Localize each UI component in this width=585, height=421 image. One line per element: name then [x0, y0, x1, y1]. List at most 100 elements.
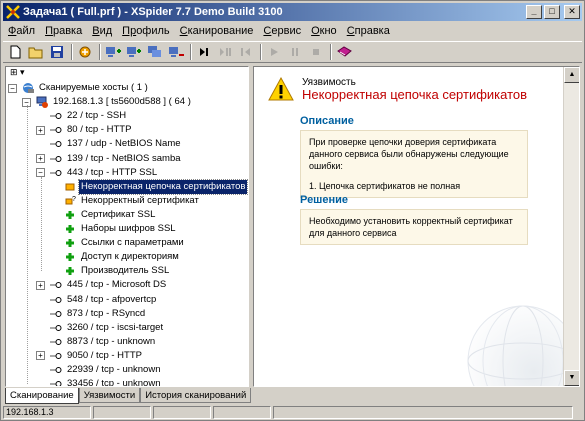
details-scrollbar[interactable]: ▲ ▼	[563, 67, 579, 386]
menu-item-access-key: П	[45, 25, 53, 37]
menu-item[interactable]: Файл	[3, 25, 40, 37]
tree-node[interactable]: Сертификат SSL	[64, 208, 157, 222]
tree-node[interactable]: 80 / tcp - HTTP	[50, 123, 133, 137]
profile-icon[interactable]	[77, 44, 93, 60]
tab[interactable]: Уязвимости	[78, 388, 141, 403]
tree-node[interactable]: 443 / tcp - HTTP SSL	[50, 166, 159, 180]
tree-node[interactable]: 192.168.1.3 [ ts5600d588 ] ( 64 )	[36, 95, 193, 109]
menu-item-label: офиль	[136, 25, 170, 37]
menu-item-label: кно	[319, 25, 337, 37]
menu-item-access-key: В	[92, 25, 100, 37]
menu-item[interactable]: Профиль	[117, 25, 175, 37]
tree-node[interactable]: 873 / tcp - RSyncd	[50, 307, 147, 321]
tree-node[interactable]: Некорректная цепочка сертификатов	[64, 178, 248, 195]
stop-icon	[308, 44, 324, 60]
status-host: 192.168.1.3	[3, 406, 91, 419]
port-icon	[50, 138, 62, 150]
tree-node[interactable]: 9050 / tcp - HTTP	[50, 349, 144, 363]
new-document-icon[interactable]	[7, 44, 23, 60]
toolbar	[3, 41, 582, 63]
tab[interactable]: История сканирований	[140, 388, 252, 403]
tree-node[interactable]: Ссылки с параметрами	[64, 236, 186, 250]
remove-host-icon[interactable]	[168, 44, 184, 60]
menu-item[interactable]: Правка	[40, 25, 87, 37]
menu-item[interactable]: Справка	[342, 25, 395, 37]
tree-node[interactable]: 22 / tcp - SSH	[50, 109, 128, 123]
status-bar: 192.168.1.3	[3, 406, 582, 420]
add-hosts-icon[interactable]	[126, 44, 142, 60]
tree-node[interactable]: 548 / tcp - afpovertcp	[50, 293, 158, 307]
tree-node[interactable]: 22939 / tcp - unknown	[50, 363, 162, 377]
expand-icon[interactable]: +	[36, 280, 45, 290]
warning-icon	[268, 76, 294, 104]
collapse-icon[interactable]: −	[8, 83, 17, 93]
solution-box: Необходимо установить корректный сертифи…	[300, 209, 528, 245]
close-button[interactable]: ✕	[564, 5, 580, 19]
tree-node-label: 3260 / tcp - iscsi-target	[67, 321, 164, 333]
open-folder-icon[interactable]	[28, 44, 44, 60]
minimize-button[interactable]: _	[526, 5, 542, 19]
tree-node[interactable]: Наборы шифров SSL	[64, 222, 178, 236]
tree-node[interactable]: 33456 / tcp - unknown	[50, 377, 162, 386]
tree-node[interactable]: 445 / tcp - Microsoft DS	[50, 278, 168, 292]
xspider-app-icon	[6, 5, 20, 19]
step-into-icon	[217, 44, 233, 60]
tree-node-label: Доступ к директориям	[81, 251, 179, 263]
menu-item[interactable]: Окно	[306, 25, 342, 37]
menu-item[interactable]: Сервис	[258, 25, 306, 37]
add-host-icon[interactable]	[105, 44, 121, 60]
tree-node-label: Сканируемые хосты ( 1 )	[39, 82, 148, 93]
details-panel: Уязвимость Некорректная цепочка сертифик…	[253, 66, 580, 387]
menu-item-access-key: О	[311, 25, 320, 37]
scroll-up-button[interactable]: ▲	[564, 67, 579, 83]
window-title: Задача1 ( Full.prf ) - XSpider 7.7 Demo …	[23, 6, 283, 18]
port-icon	[50, 124, 62, 136]
globe-watermark	[467, 305, 563, 386]
tree-node-label: 22939 / tcp - unknown	[67, 364, 161, 375]
tree-node[interactable]: 3260 / tcp - iscsi-target	[50, 321, 165, 335]
description-box: При проверке цепочки доверия сертификата…	[300, 130, 528, 198]
tree-node[interactable]: 139 / tcp - NetBIOS samba	[50, 152, 183, 166]
tree-node-label: 548 / tcp - afpovertcp	[67, 293, 157, 305]
tree-node[interactable]: ? Некорректный сертификат	[64, 194, 201, 208]
toolbar-separator	[190, 44, 192, 60]
hosts-icon[interactable]	[147, 44, 163, 60]
expand-icon[interactable]: +	[36, 125, 45, 135]
status-cell-5	[273, 406, 573, 419]
description-item: 1. Цепочка сертификатов не полная	[309, 181, 461, 191]
tree-node[interactable]: Доступ к директориям	[64, 250, 181, 264]
app-window: Задача1 ( Full.prf ) - XSpider 7.7 Demo …	[0, 0, 585, 421]
tree-node[interactable]: 137 / udp - NetBIOS Name	[50, 137, 183, 151]
tree-guide-line	[27, 105, 28, 385]
report-icon[interactable]	[336, 44, 352, 60]
tree-node[interactable]: Сканируемые хосты ( 1 )	[22, 81, 150, 95]
save-icon[interactable]	[49, 44, 65, 60]
expand-icon[interactable]: +	[36, 154, 45, 163]
info-plus-icon	[64, 265, 76, 277]
solution-heading: Решение	[300, 194, 348, 206]
tree-node-label: Некорректный сертификат	[81, 194, 199, 206]
pause-icon	[287, 44, 303, 60]
tree-node-label: 9050 / tcp - HTTP	[67, 349, 142, 361]
status-cell-2	[93, 406, 151, 419]
menu-item-label: равка	[52, 25, 83, 37]
port-icon	[50, 167, 62, 179]
view-tabs: Сканирование Уязвимости История сканирован…	[5, 388, 252, 404]
tree-toolbar[interactable]: ⊞ ▾	[6, 67, 248, 81]
tab[interactable]: Сканирование	[5, 388, 79, 404]
step-forward-icon[interactable]	[196, 44, 212, 60]
toolbar-separator	[99, 44, 101, 60]
scroll-down-button[interactable]: ▼	[564, 370, 579, 386]
info-plus-icon	[64, 223, 76, 235]
tree-node[interactable]: 8873 / tcp - unknown	[50, 335, 157, 349]
expand-icon[interactable]: +	[36, 351, 45, 361]
maximize-button[interactable]: □	[544, 5, 560, 19]
menu-item[interactable]: Вид	[87, 25, 117, 37]
title-bar[interactable]: Задача1 ( Full.prf ) - XSpider 7.7 Demo …	[3, 3, 582, 21]
menu-item[interactable]: Сканирование	[175, 25, 259, 37]
tree-node[interactable]: Производитель SSL	[64, 264, 171, 278]
port-icon	[50, 322, 62, 334]
port-icon	[50, 308, 62, 320]
menu-item-label: ид	[99, 25, 113, 37]
toolbar-separator	[260, 44, 262, 60]
